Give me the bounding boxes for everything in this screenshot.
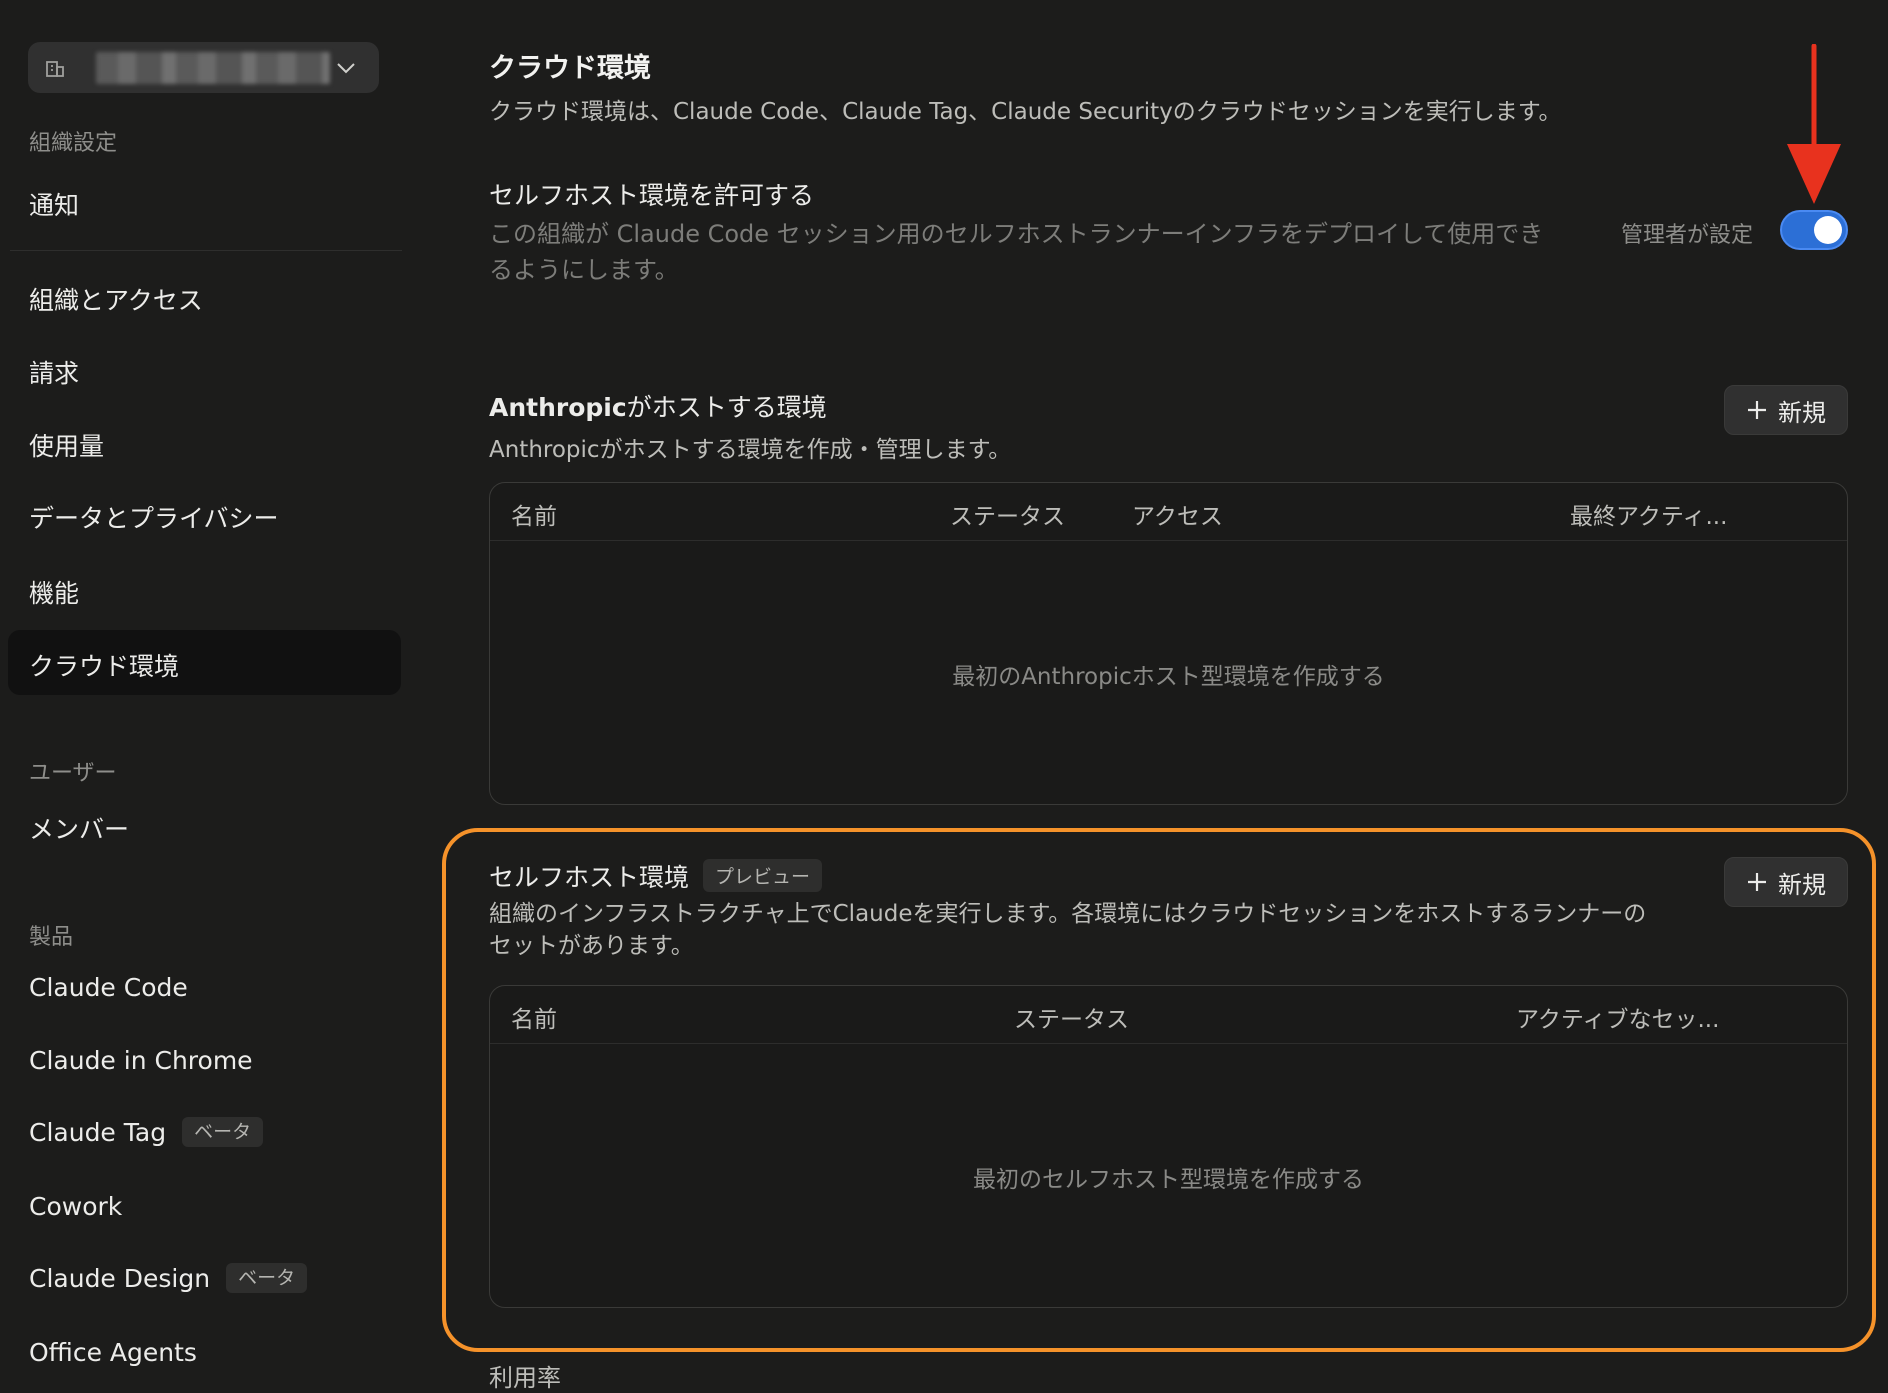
sidebar-item-label: Claude Design xyxy=(29,1263,211,1293)
cut-off-heading: 利用率 xyxy=(489,1364,561,1392)
new-anthropic-env-button[interactable]: 新規 xyxy=(1724,385,1848,435)
chevron-down-icon xyxy=(337,63,355,74)
table-header: 名前 ステータス アクセス 最終アクティ... xyxy=(490,483,1847,541)
orange-highlight-annotation xyxy=(442,828,1876,1352)
sidebar-item-cowork[interactable]: Cowork xyxy=(29,1192,122,1221)
section-products: 製品 xyxy=(29,925,74,950)
sidebar-item-claude-tag[interactable]: Claude Tag ベータ xyxy=(29,1117,264,1147)
sidebar-item-notifications[interactable]: 通知 xyxy=(29,186,79,222)
page-title: クラウド環境 xyxy=(489,53,651,84)
column-header-name[interactable]: 名前 xyxy=(511,497,557,531)
org-name-redacted xyxy=(96,52,330,84)
sidebar: 組織設定 通知 組織とアクセス 請求 使用量 データとプライバシー 機能 クラウ… xyxy=(0,0,405,1368)
anthropic-hosted-description: Anthropicがホストする環境を作成・管理します。 xyxy=(489,437,1012,463)
new-button-label: 新規 xyxy=(1778,398,1826,427)
section-org-settings: 組織設定 xyxy=(29,131,118,156)
sidebar-item-features[interactable]: 機能 xyxy=(29,574,79,610)
self-hosted-permission-description: この組織が Claude Code セッション用のセルフホストランナーインフラを… xyxy=(489,220,1544,284)
admin-set-label: 管理者が設定 xyxy=(1620,223,1753,248)
anthropic-env-table: 名前 ステータス アクセス 最終アクティ... 最初のAnthropicホスト型… xyxy=(489,482,1848,805)
self-hosted-toggle[interactable] xyxy=(1780,210,1848,250)
org-switcher[interactable] xyxy=(28,42,379,93)
sidebar-item-label: Claude Tag xyxy=(29,1117,167,1147)
sidebar-item-cloud-env-label: クラウド環境 xyxy=(29,652,180,681)
toggle-knob xyxy=(1814,216,1842,244)
sidebar-item-billing[interactable]: 請求 xyxy=(29,354,79,390)
anthropic-hosted-title: Anthropicがホストする環境 xyxy=(489,388,827,424)
page-description: クラウド環境は、Claude Code、Claude Tag、Claude Se… xyxy=(489,99,1562,125)
sidebar-item-office-agents[interactable]: Office Agents xyxy=(29,1338,197,1367)
anthropic-hosted-title-bold: Anthropic xyxy=(489,393,627,422)
sidebar-item-claude-code[interactable]: Claude Code xyxy=(29,973,188,1002)
column-header-access[interactable]: アクセス xyxy=(1132,497,1223,531)
column-header-last-active[interactable]: 最終アクティ... xyxy=(1570,497,1727,531)
sidebar-item-claude-in-chrome[interactable]: Claude in Chrome xyxy=(29,1046,253,1075)
beta-badge: ベータ xyxy=(226,1263,308,1293)
red-arrow-annotation xyxy=(1787,44,1841,204)
sidebar-item-members[interactable]: メンバー xyxy=(29,810,129,846)
building-icon xyxy=(46,61,64,77)
column-header-status[interactable]: ステータス xyxy=(950,497,1065,531)
section-users: ユーザー xyxy=(29,761,117,786)
self-hosted-permission-label: セルフホスト環境を許可する xyxy=(489,181,815,210)
sidebar-item-data-privacy[interactable]: データとプライバシー xyxy=(29,499,279,535)
anthropic-hosted-title-rest: がホストする環境 xyxy=(626,393,827,422)
plus-icon xyxy=(1748,401,1766,419)
sidebar-item-claude-design[interactable]: Claude Design ベータ xyxy=(29,1263,308,1293)
sidebar-divider xyxy=(10,250,402,251)
sidebar-item-org-access[interactable]: 組織とアクセス xyxy=(29,281,203,317)
beta-badge: ベータ xyxy=(182,1117,264,1147)
anthropic-env-empty-state[interactable]: 最初のAnthropicホスト型環境を作成する xyxy=(490,657,1847,691)
sidebar-item-usage[interactable]: 使用量 xyxy=(29,427,104,463)
